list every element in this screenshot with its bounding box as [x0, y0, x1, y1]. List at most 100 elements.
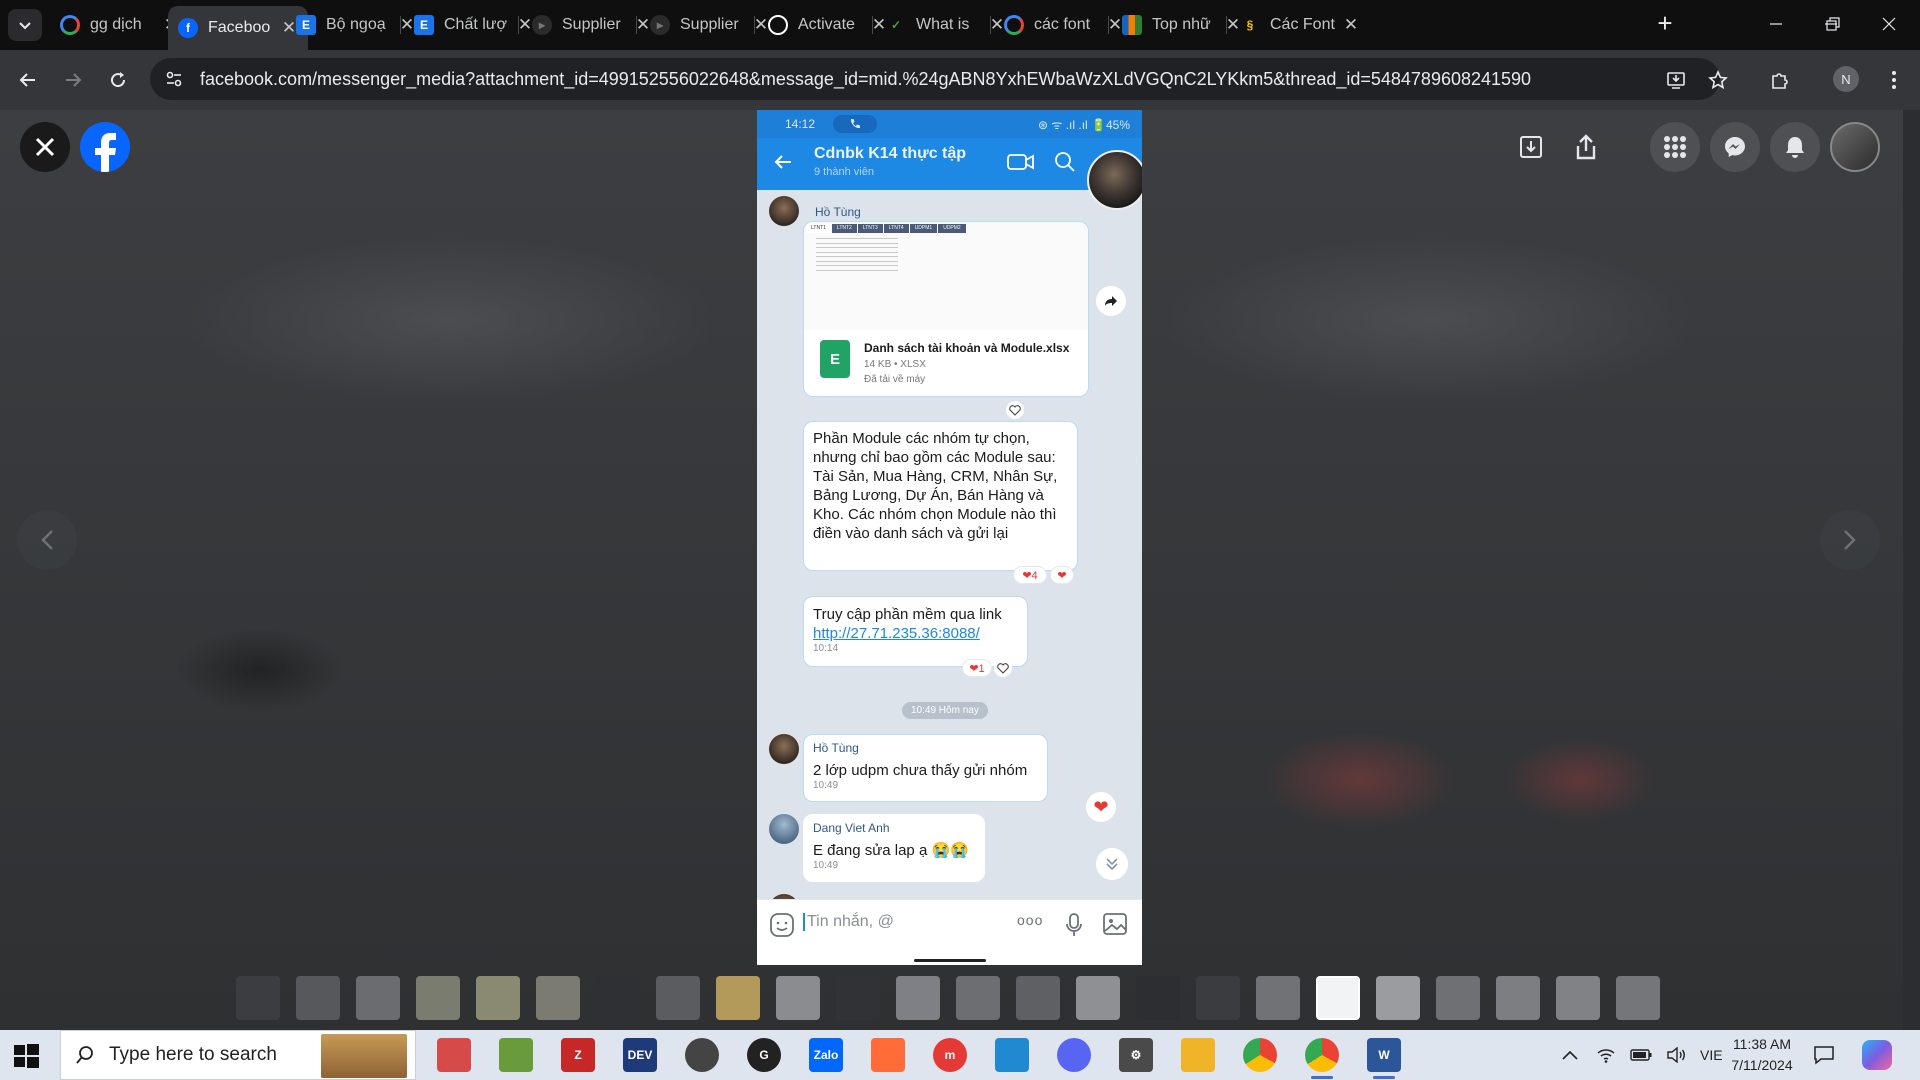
chevron-up-icon[interactable]	[1562, 1050, 1578, 1060]
media-thumbnail[interactable]	[1076, 976, 1120, 1020]
menu-apps-button[interactable]	[1650, 122, 1700, 172]
media-thumbnail[interactable]	[476, 976, 520, 1020]
sheet-row-line	[816, 256, 898, 257]
volume-icon[interactable]	[1666, 1047, 1686, 1063]
reaction-heart: ❤	[1051, 567, 1073, 583]
zalo-icon[interactable]: Zalo	[809, 1038, 843, 1072]
media-thumbnail[interactable]	[1316, 976, 1360, 1020]
messenger-button[interactable]	[1710, 122, 1760, 172]
react-heart-outline	[1006, 401, 1024, 419]
account-avatar[interactable]	[1830, 122, 1880, 172]
wifi-icon[interactable]	[1596, 1047, 1616, 1063]
tab-close-button[interactable]: ✕	[1342, 15, 1360, 35]
media-thumbnail[interactable]	[656, 976, 700, 1020]
media-thumbnail[interactable]	[716, 976, 760, 1020]
discord-icon[interactable]	[1057, 1038, 1091, 1072]
file-explorer-icon[interactable]	[1181, 1038, 1215, 1072]
download-button[interactable]	[1508, 124, 1554, 170]
meet-app-icon[interactable]: m	[933, 1038, 967, 1072]
media-thumbnail[interactable]	[1256, 976, 1300, 1020]
chrome-profile-icon[interactable]	[1305, 1038, 1339, 1079]
reload-button[interactable]	[100, 62, 136, 98]
tune-icon	[166, 71, 182, 87]
copilot-icon[interactable]	[1862, 1040, 1892, 1070]
input-language[interactable]: VIE	[1700, 1047, 1723, 1063]
tab-title: Supplier	[680, 16, 739, 33]
media-thumbnail[interactable]	[1376, 976, 1420, 1020]
taskbar-search-box[interactable]: Type here to search	[60, 1030, 416, 1080]
windows-start-icon[interactable]	[12, 1042, 40, 1070]
media-thumbnail[interactable]	[1496, 976, 1540, 1020]
reload-icon	[111, 72, 126, 88]
postman-icon[interactable]	[871, 1038, 905, 1072]
media-thumbnail[interactable]	[236, 976, 280, 1020]
media-thumbnail[interactable]	[776, 976, 820, 1020]
browser-tab[interactable]: § Các Font ✕	[1230, 8, 1370, 42]
restore-window-button[interactable]	[1810, 8, 1856, 40]
bookmark-star-button[interactable]	[1700, 62, 1736, 98]
media-thumbnail[interactable]	[1136, 976, 1180, 1020]
previous-media-button[interactable]	[17, 510, 77, 570]
media-thumbnail[interactable]	[356, 976, 400, 1020]
media-thumbnail[interactable]	[296, 976, 340, 1020]
grid-icon	[1664, 136, 1686, 158]
taskbar-clock[interactable]: 11:38 AM 7/11/2024	[1728, 1034, 1796, 1076]
page-scrollbar[interactable]	[1903, 110, 1920, 1030]
url-text: facebook.com/messenger_media?attachment_…	[200, 68, 1532, 89]
back-button[interactable]	[10, 62, 46, 98]
media-thumbnail[interactable]	[1436, 976, 1480, 1020]
install-app-button[interactable]	[1658, 62, 1694, 98]
close-window-button[interactable]	[1866, 8, 1912, 40]
chrome-menu-button[interactable]	[1876, 62, 1912, 98]
media-thumbnail[interactable]	[596, 976, 640, 1020]
share-button[interactable]	[1563, 124, 1609, 170]
notifications-button[interactable]	[1770, 122, 1820, 172]
chat-title: Cdnbk K14 thực tập	[814, 145, 967, 162]
media-thumbnail[interactable]	[1556, 976, 1600, 1020]
media-thumbnail[interactable]	[536, 976, 580, 1020]
facebook-logo[interactable]	[80, 122, 130, 172]
media-thumbnail[interactable]	[896, 976, 940, 1020]
github-desktop-icon[interactable]: G	[747, 1038, 781, 1072]
tab-separator	[754, 16, 755, 34]
chrome-icon[interactable]	[1243, 1038, 1277, 1072]
back-arrow-icon	[774, 155, 791, 169]
forward-button[interactable]	[55, 62, 91, 98]
vscode-icon[interactable]	[995, 1038, 1029, 1072]
battery-icon[interactable]	[1630, 1049, 1652, 1061]
e-icon: E	[296, 15, 316, 35]
file-attachment-card: LTNT1 LTNT2 LTNT3 LTNT4 UDPM1 UDPM2 E Danh sá…	[803, 221, 1089, 397]
media-thumbnail[interactable]	[956, 976, 1000, 1020]
color-picker-icon[interactable]	[499, 1038, 533, 1072]
reaction-heart-count: ❤4	[1022, 569, 1038, 582]
media-thumbnail[interactable]	[1616, 976, 1660, 1020]
new-tab-button[interactable]: +	[1650, 9, 1680, 39]
message-bubble: Dang Viet Anh E đang sửa lap ạ 😭😭 10:49	[803, 814, 985, 882]
clock-app-icon[interactable]	[685, 1038, 719, 1072]
tab-search-button[interactable]	[8, 9, 42, 41]
heart-outline-icon	[1009, 404, 1021, 416]
address-bar[interactable]: facebook.com/messenger_media?attachment_…	[150, 58, 1720, 100]
media-thumbnail[interactable]	[1016, 976, 1060, 1020]
minimize-window-button[interactable]	[1753, 8, 1799, 40]
profile-avatar[interactable]: N	[1833, 66, 1859, 92]
devc-icon[interactable]: DEV	[623, 1038, 657, 1072]
snipping-tool-icon[interactable]	[437, 1038, 471, 1072]
sheet-row-line	[816, 251, 898, 253]
message-time: 10:14	[813, 643, 839, 654]
chatgpt-icon	[768, 15, 788, 35]
extensions-button[interactable]	[1762, 62, 1798, 98]
word-icon[interactable]: W	[1367, 1038, 1401, 1079]
media-thumbnail[interactable]	[1196, 976, 1240, 1020]
filezilla-icon[interactable]: Z	[561, 1038, 595, 1072]
tab-title: Activate	[798, 16, 855, 33]
media-thumbnail[interactable]	[836, 976, 880, 1020]
close-viewer-button[interactable]	[20, 122, 70, 172]
microphone-icon	[1066, 913, 1082, 936]
site-info-button[interactable]	[154, 58, 194, 100]
notification-icon[interactable]	[1813, 1044, 1835, 1066]
settings-icon[interactable]: ⚙	[1119, 1038, 1153, 1072]
media-thumbnail[interactable]	[416, 976, 460, 1020]
next-media-button[interactable]	[1820, 510, 1880, 570]
share-icon	[1576, 134, 1596, 160]
